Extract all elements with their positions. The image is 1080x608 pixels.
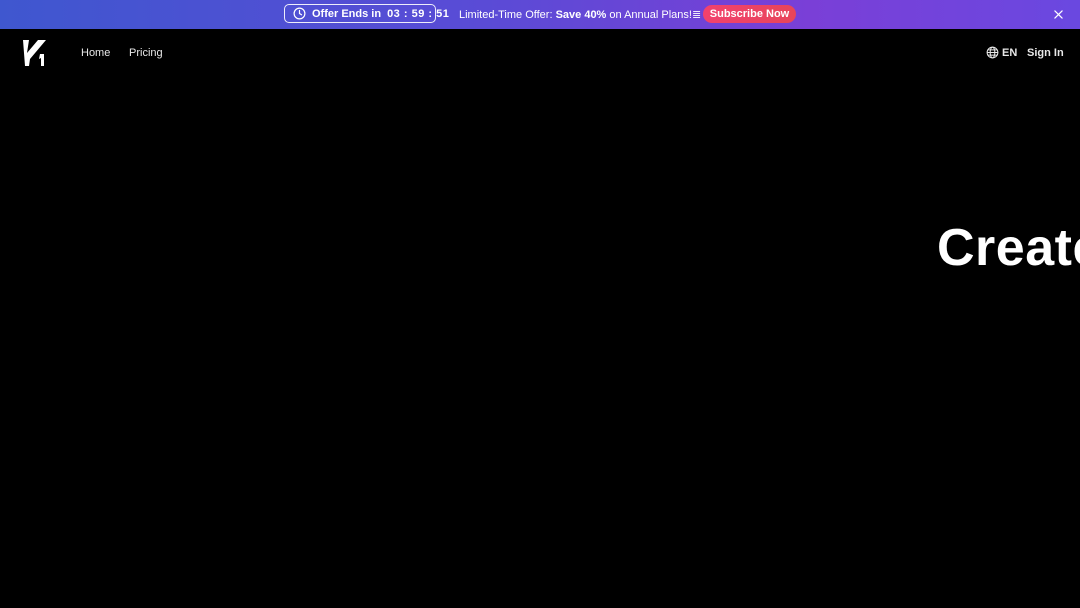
subscribe-now-button[interactable]: Subscribe Now bbox=[703, 5, 796, 23]
offer-countdown-pill: Offer Ends in 03 : 59 : 51 bbox=[284, 4, 449, 23]
promo-message: Limited-Time Offer: Save 40% on Annual P… bbox=[459, 8, 701, 21]
k1-logo[interactable] bbox=[22, 39, 48, 67]
language-selector[interactable]: EN bbox=[986, 46, 1017, 59]
promo-text-highlight: Save 40% bbox=[555, 9, 607, 21]
promo-emoji: ≣ bbox=[691, 9, 702, 21]
clock-icon bbox=[293, 7, 306, 20]
promo-text-suffix: on Annual Plans! bbox=[606, 9, 692, 21]
offer-label: Offer Ends in bbox=[312, 7, 382, 20]
language-label: EN bbox=[1002, 46, 1018, 59]
nav-link-home[interactable]: Home bbox=[81, 47, 110, 59]
sign-in-link[interactable]: Sign In bbox=[1027, 47, 1064, 59]
globe-icon bbox=[986, 46, 999, 59]
hero-title: Create bbox=[937, 219, 1080, 277]
navbar: Home Pricing EN Sign In bbox=[0, 29, 1080, 77]
page: Offer Ends in 03 : 59 : 51 Limited-Time … bbox=[0, 0, 1080, 608]
nav-link-pricing[interactable]: Pricing bbox=[129, 47, 163, 59]
promo-banner: Offer Ends in 03 : 59 : 51 Limited-Time … bbox=[0, 0, 1080, 29]
promo-text-prefix: Limited-Time Offer: bbox=[459, 9, 556, 21]
countdown-timer: 03 : 59 : 51 bbox=[387, 7, 450, 20]
close-icon[interactable] bbox=[1052, 8, 1064, 20]
